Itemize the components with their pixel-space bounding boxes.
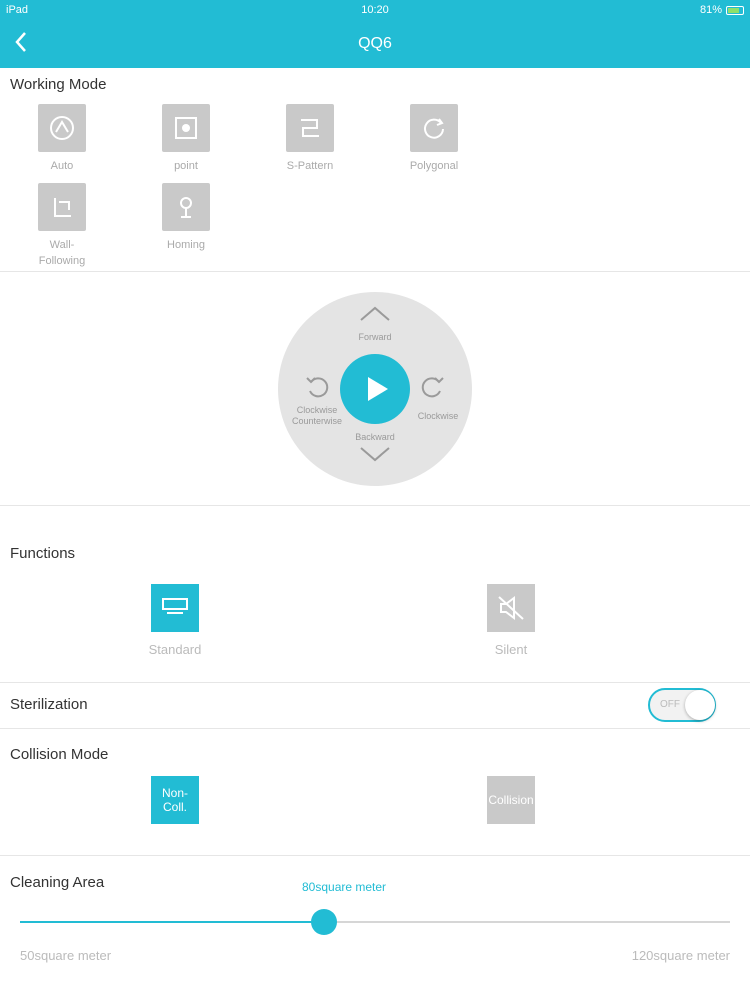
rotate-right-icon [421,377,444,398]
sterilization-toggle[interactable]: OFF [648,688,716,722]
cleaning-area-value: 80square meter [302,880,387,894]
backward-label: Backward [355,432,395,442]
mode-label: S-Pattern [286,160,334,172]
s-pattern-icon [286,104,334,152]
function-label: Silent [494,642,528,657]
counterclockwise-label: Clockwise Counterwise [292,405,343,426]
collision-option-label: Collision [488,793,534,807]
mode-label: Homing [167,239,205,251]
cleaning-area-slider[interactable] [20,909,730,935]
mode-label: Polygonal [409,160,459,172]
polygonal-icon [410,104,458,152]
function-silent[interactable]: Silent [451,584,571,657]
collision-option-label: Non-Coll. [161,786,188,814]
clockwise-button[interactable] [415,372,449,408]
battery-icon [726,5,744,15]
clockwise-label: Clockwise [417,411,459,421]
collision-option-icon: Collision [487,776,535,824]
backward-button[interactable] [355,444,395,470]
mode-auto[interactable]: Auto [12,104,112,174]
standard-icon [151,584,199,632]
mode-label: Wall-Following [38,239,86,267]
direction-pad: Forward Clockwise Counterwise Clockwise … [278,292,472,486]
battery-indicator: 81% [700,4,744,16]
mode-polygonal[interactable]: Polygonal [384,104,484,174]
chevron-down-icon [360,447,390,462]
mode-label: point [174,160,198,172]
collision-option-icon: Non-Coll. [151,776,199,824]
mode-homing[interactable]: Homing [136,183,236,253]
status-time: 10:20 [361,4,389,16]
slider-fill [20,921,325,923]
forward-button[interactable] [355,304,395,330]
battery-percent: 81% [699,4,722,16]
play-button[interactable] [340,354,410,424]
divider [0,505,750,506]
divider [0,682,750,683]
mode-wall-following[interactable]: Wall-Following [12,183,112,269]
cleaning-area-title: Cleaning Area [10,874,105,891]
slider-thumb[interactable] [311,909,338,935]
rotate-left-icon [306,377,329,398]
sterilization-label: Sterilization [10,696,88,713]
collision-non-collision[interactable]: Non-Coll. [115,776,235,824]
wall-following-icon [38,183,86,231]
divider [0,728,750,729]
homing-icon [162,183,210,231]
collision-collision[interactable]: Collision [451,776,571,824]
functions-title: Functions [10,545,76,562]
play-icon [368,377,388,401]
nav-bar: QQ6 [0,20,750,68]
function-standard[interactable]: Standard [115,584,235,657]
function-label: Standard [148,642,202,657]
working-mode-title: Working Mode [10,76,107,93]
collision-mode-title: Collision Mode [10,746,109,763]
chevron-up-icon [360,306,390,321]
divider [0,855,750,856]
cleaning-area-max: 120square meter [631,948,730,963]
cleaning-area-min: 50square meter [20,948,112,963]
toggle-knob [685,690,715,720]
mode-point[interactable]: point [136,104,236,174]
mode-label: Auto [50,160,74,172]
spot-icon [162,104,210,152]
toggle-state-text: OFF [660,699,680,710]
divider [0,271,750,272]
status-bar: iPad 10:20 81% [0,0,750,20]
mode-s-pattern[interactable]: S-Pattern [260,104,360,174]
mute-icon [487,584,535,632]
page-title: QQ6 [358,35,392,52]
auto-icon [38,104,86,152]
counterclockwise-button[interactable] [301,372,335,408]
forward-label: Forward [358,332,392,342]
